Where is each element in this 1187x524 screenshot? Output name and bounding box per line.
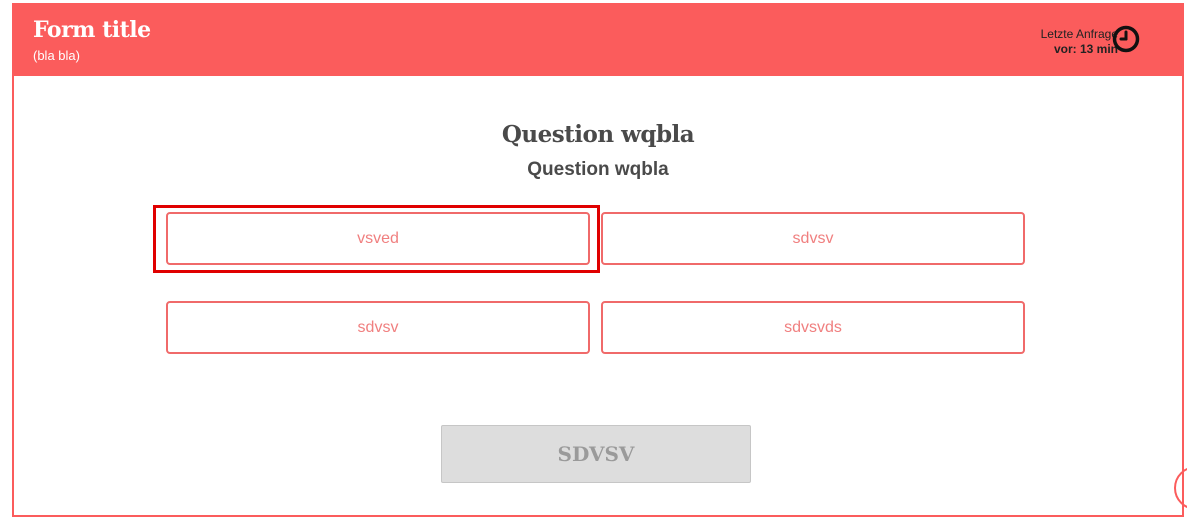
form-subtitle: (bla bla) xyxy=(33,48,80,63)
form-header: Form title (bla bla) Letzte Anfrage vor:… xyxy=(12,3,1184,76)
question-subtitle: Question wqbla xyxy=(527,159,669,180)
answer-option-1[interactable]: vsved xyxy=(166,212,590,265)
last-request-info: Letzte Anfrage vor: 13 min xyxy=(1041,27,1118,57)
submit-button[interactable]: SDVSV xyxy=(441,425,751,483)
form-title: Form title xyxy=(33,17,151,43)
answer-option-2[interactable]: sdvsv xyxy=(601,212,1025,265)
answer-option-4[interactable]: sdvsvds xyxy=(601,301,1025,354)
last-request-time: vor: 13 min xyxy=(1053,42,1118,56)
answer-option-3[interactable]: sdvsv xyxy=(166,301,590,354)
clock-icon xyxy=(1112,25,1140,53)
last-request-label: Letzte Anfrage xyxy=(1040,27,1118,41)
question-title: Question wqbla xyxy=(501,121,695,148)
